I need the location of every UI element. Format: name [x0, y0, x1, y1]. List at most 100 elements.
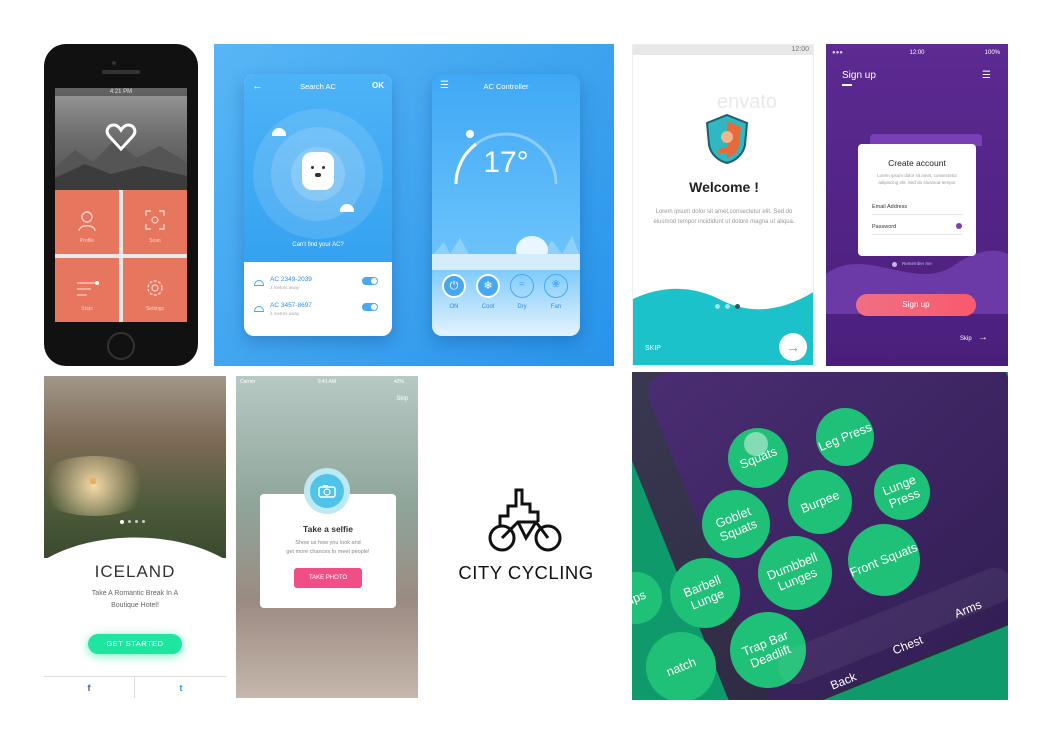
header-underline [842, 84, 852, 86]
exercise-bubble-dumbbell-lunges[interactable]: Dumbbell Lunges [758, 536, 832, 610]
signup-panel: ●●● 12:00 100% Sign up ☰ Create account … [826, 44, 1008, 366]
scan-icon [145, 210, 165, 230]
sun-glow [44, 456, 154, 516]
take-photo-button[interactable]: TAKE PHOTO [294, 568, 362, 588]
skip-link[interactable]: SKIP [645, 345, 661, 352]
status-time: 12:00 [909, 50, 925, 56]
skip-link[interactable]: Skip [960, 336, 972, 342]
page-dot-active[interactable] [735, 304, 740, 309]
gear-icon [147, 280, 163, 296]
mountain-hero: 4:21 PM [55, 88, 187, 190]
city-bike-logo-icon [488, 488, 562, 552]
page-dot[interactable] [725, 304, 730, 309]
exercise-bubble-barbell-lunge[interactable]: Barbell Lunge [670, 558, 740, 628]
ok-button[interactable]: OK [372, 81, 384, 90]
ac-unit-icon [272, 128, 286, 136]
card-title: Create account [888, 158, 946, 168]
snowflake-icon[interactable]: ❄ [476, 274, 500, 298]
fan-icon[interactable]: ❀ [544, 274, 568, 298]
power-icon[interactable]: ⏻ [442, 274, 466, 298]
email-field[interactable]: Email Address [872, 200, 962, 215]
page-dot[interactable] [142, 520, 145, 523]
remember-label: Remember me [902, 261, 932, 266]
heart-logo-icon [105, 123, 137, 152]
workout-panel: Squats Leg Press Goblet Squats Burpee Lu… [632, 372, 1008, 700]
iceland-subtitle: Boutique Hotel! [111, 602, 159, 609]
iceland-subtitle: Take A Romantic Break In A [91, 590, 179, 597]
next-arrow-button[interactable]: → [779, 333, 807, 361]
mode-label: Fan [550, 304, 562, 310]
device-toggle[interactable] [362, 303, 378, 311]
user-icon [78, 211, 96, 232]
welcome-heading: Welcome ! [689, 179, 759, 195]
device-name: AC 2349-2039 [270, 276, 312, 283]
ac-controller-card: ☰ AC Controller 17° ⏻ ❄ ≈ ❀ ON Cool Dry … [432, 74, 580, 336]
page-dot[interactable] [128, 520, 131, 523]
signup-header: Sign up [842, 70, 876, 81]
social-bar: f t [44, 676, 226, 698]
exercise-bubble-goblet-squats[interactable]: Goblet Squats [702, 490, 770, 558]
ac-controller-title: AC Controller [483, 82, 529, 91]
remember-checkbox[interactable] [892, 262, 897, 267]
dial-knob [466, 130, 474, 138]
mode-label: Cool [481, 304, 495, 310]
speaker-grille [102, 70, 140, 74]
search-ac-header: ← Search AC OK Can't find your AC? [244, 74, 392, 262]
menu-icon[interactable]: ☰ [982, 70, 991, 81]
camera-dot [112, 61, 116, 65]
page-dot[interactable] [715, 304, 720, 309]
exercise-bubble-burpee[interactable]: Burpee [788, 470, 852, 534]
selfie-title: Take a selfie [303, 524, 353, 534]
mode-label: ON [449, 304, 459, 310]
email-label: Email Address [872, 204, 908, 210]
help-icon[interactable] [956, 223, 962, 229]
exercise-bubble-partial[interactable]: natch [646, 632, 716, 700]
iphone-panel: 4:21 PM Profile Scan Stats Settings [44, 44, 198, 366]
page-dot[interactable] [135, 520, 138, 523]
city-cycling-panel: CITY CYCLING [428, 436, 624, 634]
tile-profile[interactable]: Profile [55, 190, 119, 254]
device-row[interactable]: AC 2349-2039 2 metres away [254, 276, 382, 300]
tile-stats[interactable]: Stats [55, 258, 119, 322]
touch-ripple [744, 432, 768, 456]
status-time: 4:21 PM [55, 88, 187, 96]
page-dot[interactable] [120, 520, 124, 524]
search-ac-card: ← Search AC OK Can't find your AC? AC 23… [244, 74, 392, 336]
exercise-bubble-front-squats[interactable]: Front Squats [848, 524, 920, 596]
password-field[interactable]: Password [872, 220, 962, 235]
device-row[interactable]: AC 3457-8697 3 metres away [254, 302, 382, 326]
skip-link[interactable]: Skip [396, 396, 408, 402]
ac-unit-icon [254, 306, 264, 312]
arrow-right-icon[interactable]: → [978, 332, 988, 343]
tile-label: Profile [79, 238, 95, 244]
tile-scan[interactable]: Scan [123, 190, 187, 254]
envato-watermark: envato [717, 91, 778, 113]
exercise-bubble-leg-press[interactable]: Leg Press [816, 408, 874, 466]
home-button[interactable] [107, 332, 135, 360]
mode-label: Dry [517, 304, 527, 310]
bear-mascot-icon [302, 152, 334, 190]
device-toggle[interactable] [362, 277, 378, 285]
tile-settings[interactable]: Settings [123, 258, 187, 322]
create-account-card: Create account Lorem ipsum dolor sit ame… [858, 144, 976, 256]
signup-button[interactable]: Sign up [856, 294, 976, 316]
ac-app-panel: ← Search AC OK Can't find your AC? AC 23… [214, 44, 614, 366]
search-ac-title: Search AC [300, 82, 336, 91]
city-cycling-title: CITY CYCLING [458, 562, 594, 583]
cant-find-link[interactable]: Can't find your AC? [244, 242, 392, 248]
status-time: 9:41 AM [317, 379, 337, 385]
waves-icon[interactable]: ≈ [510, 274, 534, 298]
twitter-icon[interactable]: t [136, 683, 226, 693]
exercise-bubble-partial[interactable]: ups [632, 572, 662, 624]
tile-label: Scan [149, 238, 161, 244]
exercise-bubble-lunge-press[interactable]: Lunge Press [874, 464, 930, 520]
device-distance: 2 metres away [270, 285, 300, 290]
facebook-icon[interactable]: f [44, 683, 134, 693]
selfie-panel: Carrier 9:41 AM 42% Skip Take a selfie S… [236, 376, 418, 698]
camera-icon [318, 485, 336, 498]
battery-level: 42% [393, 379, 404, 385]
selfie-body: Show us how you look and [295, 540, 361, 546]
get-started-button[interactable]: GET STARTED [88, 634, 182, 654]
iphone-screen: 4:21 PM Profile Scan Stats Settings [55, 88, 187, 322]
tent-icon [90, 478, 96, 484]
